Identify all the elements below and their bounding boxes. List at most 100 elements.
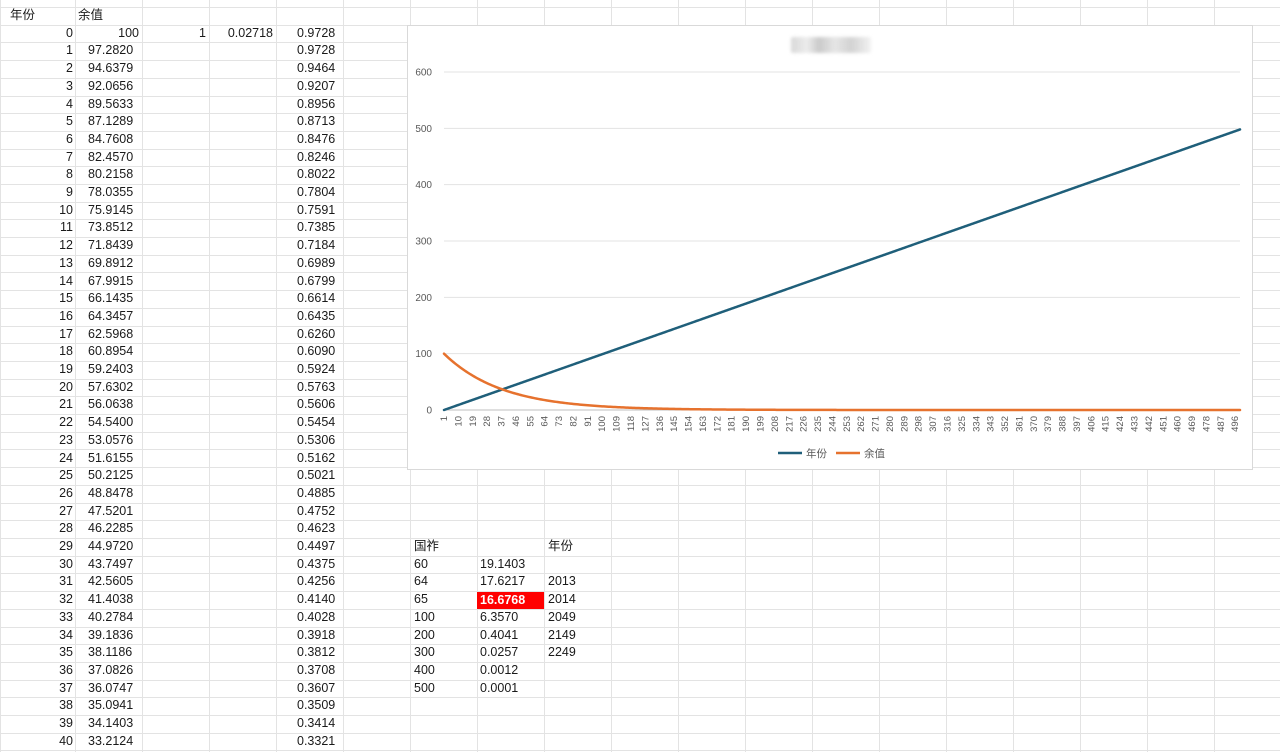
lookup-remaining[interactable]: 0.0257 — [480, 644, 542, 662]
cell-ratio[interactable]: 0.5162 — [297, 450, 357, 468]
cell-ratio[interactable]: 0.4140 — [297, 591, 357, 609]
cell-ratio[interactable]: 0.3607 — [297, 680, 357, 698]
cell-ratio[interactable]: 0.7591 — [297, 202, 357, 220]
lookup-dynasty[interactable]: 60 — [414, 556, 474, 574]
cell-remaining[interactable]: 43.7497 — [88, 556, 148, 574]
header-year[interactable]: 年份 — [10, 7, 70, 25]
lookup-header-dynasty[interactable]: 国祚 — [414, 538, 474, 556]
cell-ratio[interactable]: 0.8476 — [297, 131, 357, 149]
cell-year[interactable]: 28 — [5, 520, 73, 538]
cell-ratio[interactable]: 0.6614 — [297, 290, 357, 308]
cell-ratio[interactable]: 0.3509 — [297, 697, 357, 715]
lookup-dynasty[interactable]: 400 — [414, 662, 474, 680]
cell-remaining[interactable]: 60.8954 — [88, 343, 148, 361]
cell-ratio[interactable]: 0.4028 — [297, 609, 357, 627]
cell-remaining[interactable]: 80.2158 — [88, 166, 148, 184]
cell-remaining[interactable]: 56.0638 — [88, 396, 148, 414]
cell-ratio[interactable]: 0.3321 — [297, 733, 357, 751]
cell-year[interactable]: 3 — [5, 78, 73, 96]
header-remaining[interactable]: 余值 — [78, 7, 138, 25]
cell-remaining[interactable]: 75.9145 — [88, 202, 148, 220]
cell-remaining[interactable]: 53.0576 — [88, 432, 148, 450]
cell-remaining[interactable]: 33.2124 — [88, 733, 148, 751]
cell-ratio[interactable]: 0.9464 — [297, 60, 357, 78]
cell-year[interactable]: 10 — [5, 202, 73, 220]
cell-remaining[interactable]: 64.3457 — [88, 308, 148, 326]
lookup-dynasty[interactable]: 300 — [414, 644, 474, 662]
cell-ratio[interactable]: 0.7184 — [297, 237, 357, 255]
cell-remaining[interactable]: 62.5968 — [88, 326, 148, 344]
lookup-dynasty[interactable]: 100 — [414, 609, 474, 627]
cell-year[interactable]: 25 — [5, 467, 73, 485]
cell-ratio[interactable]: 0.5606 — [297, 396, 357, 414]
cell-ratio[interactable]: 0.5306 — [297, 432, 357, 450]
cell-remaining[interactable]: 100 — [75, 25, 139, 43]
cell-ratio[interactable]: 0.3812 — [297, 644, 357, 662]
cell-ratio[interactable]: 0.4623 — [297, 520, 357, 538]
cell-ratio[interactable]: 0.4885 — [297, 485, 357, 503]
lookup-remaining[interactable]: 0.0001 — [480, 680, 542, 698]
cell-remaining[interactable]: 89.5633 — [88, 96, 148, 114]
cell-year[interactable]: 20 — [5, 379, 73, 397]
cell-remaining[interactable]: 97.2820 — [88, 42, 148, 60]
cell-ratio[interactable]: 0.5763 — [297, 379, 357, 397]
cell-year[interactable]: 8 — [5, 166, 73, 184]
lookup-year[interactable] — [548, 662, 608, 680]
lookup-remaining[interactable]: 19.1403 — [480, 556, 542, 574]
cell-year[interactable]: 37 — [5, 680, 73, 698]
cell-ratio[interactable]: 0.4256 — [297, 573, 357, 591]
cell-remaining[interactable]: 59.2403 — [88, 361, 148, 379]
cell-year[interactable]: 26 — [5, 485, 73, 503]
lookup-remaining[interactable]: 17.6217 — [480, 573, 542, 591]
lookup-dynasty[interactable]: 500 — [414, 680, 474, 698]
cell-year[interactable]: 5 — [5, 113, 73, 131]
cell-ratio[interactable]: 0.4752 — [297, 503, 357, 521]
cell-remaining[interactable]: 48.8478 — [88, 485, 148, 503]
cell-remaining[interactable]: 38.1186 — [88, 644, 148, 662]
cell-year[interactable]: 17 — [5, 326, 73, 344]
cell-year[interactable]: 9 — [5, 184, 73, 202]
cell-remaining[interactable]: 44.9720 — [88, 538, 148, 556]
cell-year[interactable]: 22 — [5, 414, 73, 432]
cell-ratio[interactable]: 0.4497 — [297, 538, 357, 556]
cell-year[interactable]: 11 — [5, 219, 73, 237]
cell-remaining[interactable]: 46.2285 — [88, 520, 148, 538]
cell-ratio[interactable]: 0.7385 — [297, 219, 357, 237]
cell-year[interactable]: 18 — [5, 343, 73, 361]
lookup-year[interactable]: 2049 — [548, 609, 608, 627]
cell-year[interactable]: 14 — [5, 273, 73, 291]
cell-year[interactable]: 39 — [5, 715, 73, 733]
cell-year[interactable]: 4 — [5, 96, 73, 114]
cell-year[interactable]: 24 — [5, 450, 73, 468]
cell-year[interactable]: 21 — [5, 396, 73, 414]
lookup-dynasty[interactable]: 200 — [414, 627, 474, 645]
cell-remaining[interactable]: 82.4570 — [88, 149, 148, 167]
lookup-year[interactable]: 2014 — [548, 591, 608, 609]
cell-ratio[interactable]: 0.9728 — [297, 42, 357, 60]
cell-remaining[interactable]: 41.4038 — [88, 591, 148, 609]
cell-remaining[interactable]: 50.2125 — [88, 467, 148, 485]
cell-remaining[interactable]: 71.8439 — [88, 237, 148, 255]
cell-year[interactable]: 35 — [5, 644, 73, 662]
cell-remaining[interactable]: 39.1836 — [88, 627, 148, 645]
lookup-remaining[interactable]: 0.0012 — [480, 662, 542, 680]
cell-year[interactable]: 30 — [5, 556, 73, 574]
cell-constant-d[interactable]: 0.02718 — [209, 25, 273, 43]
cell-ratio[interactable]: 0.8956 — [297, 96, 357, 114]
cell-year[interactable]: 7 — [5, 149, 73, 167]
cell-remaining[interactable]: 47.5201 — [88, 503, 148, 521]
cell-year[interactable]: 12 — [5, 237, 73, 255]
line-chart[interactable]: 0 100 200 300 400 500 600 1 10 19 28 37 46 55 64 73 82 91… — [407, 25, 1253, 470]
cell-year[interactable]: 19 — [5, 361, 73, 379]
cell-year[interactable]: 13 — [5, 255, 73, 273]
cell-ratio[interactable]: 0.5924 — [297, 361, 357, 379]
cell-year[interactable]: 36 — [5, 662, 73, 680]
cell-year[interactable]: 31 — [5, 573, 73, 591]
cell-year[interactable]: 27 — [5, 503, 73, 521]
cell-ratio[interactable]: 0.8246 — [297, 149, 357, 167]
cell-year[interactable]: 32 — [5, 591, 73, 609]
cell-remaining[interactable]: 37.0826 — [88, 662, 148, 680]
cell-ratio[interactable]: 0.3918 — [297, 627, 357, 645]
lookup-remaining[interactable]: 0.4041 — [480, 627, 542, 645]
cell-remaining[interactable]: 42.5605 — [88, 573, 148, 591]
